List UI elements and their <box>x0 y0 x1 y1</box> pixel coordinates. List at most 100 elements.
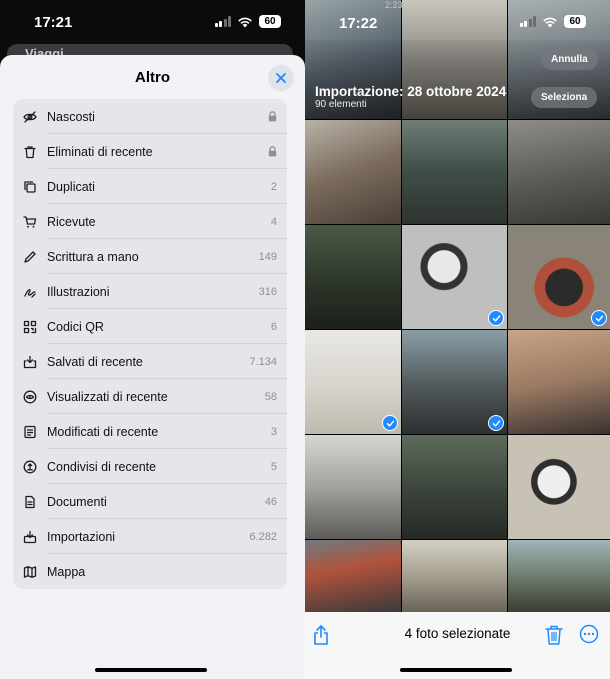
map-icon <box>13 554 47 589</box>
utilities-list: Nascosti Eliminati di recente Duplicati 2 Ri… <box>13 99 287 589</box>
checkmark-icon <box>591 310 607 326</box>
photo-thumbnail[interactable] <box>402 330 507 434</box>
battery-icon: 60 <box>564 15 586 28</box>
pen-icon <box>13 239 47 274</box>
photo-thumbnail[interactable] <box>305 330 401 434</box>
photo-thumbnail[interactable] <box>508 330 610 434</box>
status-bar: 17:22 60 <box>305 0 610 40</box>
list-item-label: Importazioni <box>47 529 116 544</box>
photo-thumbnail[interactable] <box>508 435 610 539</box>
list-item-eliminati-di-recente[interactable]: Eliminati di recente <box>13 134 287 169</box>
list-item-label: Duplicati <box>47 179 95 194</box>
list-item-nascosti[interactable]: Nascosti <box>13 99 287 134</box>
list-item-count: 316 <box>258 285 277 298</box>
edit-doc-icon <box>13 414 47 449</box>
status-time: 17:21 <box>34 14 73 31</box>
list-item-count: 58 <box>264 390 277 403</box>
cellular-signal-icon <box>519 16 536 27</box>
eye-slash-icon <box>13 99 47 134</box>
list-item-label: Nascosti <box>47 109 95 124</box>
list-item-ricevute[interactable]: Ricevute 4 <box>13 204 287 239</box>
list-item-count: 4 <box>270 215 277 228</box>
photo-thumbnail[interactable] <box>402 435 507 539</box>
wifi-icon <box>543 17 557 27</box>
list-item-documenti[interactable]: Documenti 46 <box>13 484 287 519</box>
close-button[interactable] <box>268 65 294 91</box>
import-count: 90 elementi <box>315 99 367 110</box>
home-indicator <box>95 668 207 672</box>
list-item-label: Mappa <box>47 564 86 579</box>
list-item-salvati-di-recente[interactable]: Salvati di recente 7.134 <box>13 344 287 379</box>
photo-thumbnail[interactable] <box>402 120 507 224</box>
list-item-label: Scrittura a mano <box>47 249 139 264</box>
checkmark-icon <box>488 415 504 431</box>
list-item-duplicati[interactable]: Duplicati 2 <box>13 169 287 204</box>
list-item-count: 5 <box>270 460 277 473</box>
lock-icon <box>268 111 277 122</box>
list-item-visualizzati-di-recente[interactable]: Visualizzati di recente 58 <box>13 379 287 414</box>
photo-thumbnail[interactable] <box>402 540 507 612</box>
qr-icon <box>13 309 47 344</box>
left-screen: 17:21 60 Viaggi Altro Nascosti Eliminati … <box>0 0 305 679</box>
list-item-mappa[interactable]: Mappa <box>13 554 287 589</box>
list-item-label: Illustrazioni <box>47 284 110 299</box>
photo-thumbnail[interactable] <box>508 225 610 329</box>
list-item-illustrazioni[interactable]: Illustrazioni 316 <box>13 274 287 309</box>
status-time: 17:22 <box>339 15 378 32</box>
list-item-count: 3 <box>270 425 277 438</box>
list-item-importazioni[interactable]: Importazioni 6.282 <box>13 519 287 554</box>
list-item-label: Documenti <box>47 494 107 509</box>
list-item-count: 46 <box>264 495 277 508</box>
photo-thumbnail[interactable] <box>305 540 401 612</box>
photo-thumbnail[interactable] <box>305 225 401 329</box>
import-tray-icon <box>13 519 47 554</box>
battery-icon: 60 <box>259 15 281 28</box>
scribble-icon <box>13 274 47 309</box>
photo-thumbnail[interactable] <box>508 540 610 612</box>
home-indicator <box>400 668 512 672</box>
list-item-codici-qr[interactable]: Codici QR 6 <box>13 309 287 344</box>
photo-thumbnail[interactable] <box>305 120 401 224</box>
list-item-label: Eliminati di recente <box>47 144 153 159</box>
list-item-condivisi-di-recente[interactable]: Condivisi di recente 5 <box>13 449 287 484</box>
eye-circle-icon <box>13 379 47 414</box>
checkmark-icon <box>488 310 504 326</box>
selection-count: 4 foto selezionate <box>404 626 511 641</box>
more-sheet: Altro Nascosti Eliminati di recente Duplic… <box>0 55 305 679</box>
photo-thumbnail[interactable] <box>402 225 507 329</box>
list-item-label: Salvati di recente <box>47 354 143 369</box>
cart-icon <box>13 204 47 239</box>
trash-icon[interactable] <box>545 624 563 646</box>
list-item-scrittura-a-mano[interactable]: Scrittura a mano 149 <box>13 239 287 274</box>
list-item-count: 149 <box>258 250 277 263</box>
cellular-signal-icon <box>214 16 231 27</box>
sheet-title: Altro <box>135 69 170 86</box>
list-item-count: 6 <box>270 320 277 333</box>
list-item-count: 2 <box>270 180 277 193</box>
list-item-label: Condivisi di recente <box>47 459 157 474</box>
list-item-count: 7.134 <box>249 355 277 368</box>
more-icon[interactable] <box>579 624 599 644</box>
photo-thumbnail[interactable] <box>305 435 401 539</box>
save-tray-icon <box>13 344 47 379</box>
duplicate-icon <box>13 169 47 204</box>
right-screen: 2:23 17:22 60 Importazione: 28 ottobre 2… <box>305 0 610 679</box>
lock-icon <box>268 146 277 157</box>
list-item-label: Codici QR <box>47 319 104 334</box>
trash-icon <box>13 134 47 169</box>
list-item-label: Visualizzati di recente <box>47 389 168 404</box>
status-bar: 17:21 60 <box>0 0 305 44</box>
document-icon <box>13 484 47 519</box>
import-title: Importazione: 28 ottobre 2024 <box>315 84 507 99</box>
list-item-modificati-di-recente[interactable]: Modificati di recente 3 <box>13 414 287 449</box>
photo-thumbnail[interactable] <box>508 120 610 224</box>
list-item-label: Modificati di recente <box>47 424 159 439</box>
list-item-label: Ricevute <box>47 214 96 229</box>
checkmark-icon <box>382 415 398 431</box>
wifi-icon <box>238 17 252 27</box>
cancel-button[interactable]: Annulla <box>541 49 598 70</box>
share-circle-icon <box>13 449 47 484</box>
list-item-count: 6.282 <box>249 530 277 543</box>
select-button[interactable]: Seleziona <box>531 87 598 108</box>
close-icon <box>276 73 286 83</box>
